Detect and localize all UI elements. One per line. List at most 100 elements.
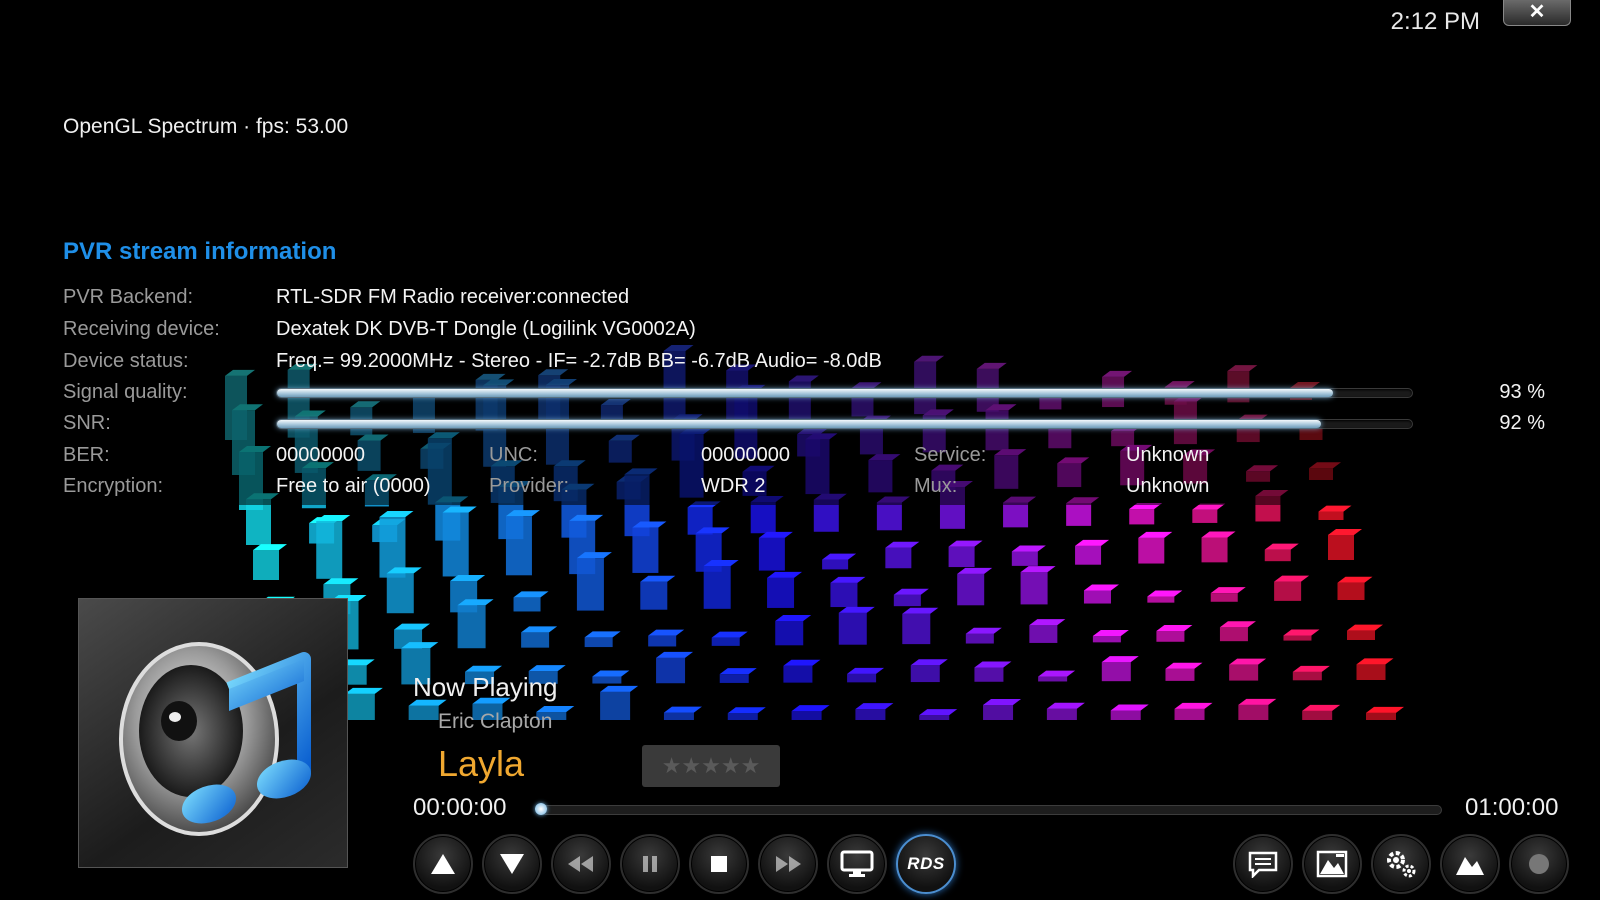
move-down-button[interactable] [482,834,542,894]
spectrum-bar [1337,576,1373,600]
now-playing-label: Now Playing [413,672,558,702]
signal-quality-bar [276,388,1413,398]
spectrum-bar [1165,662,1203,681]
spectrum-bar [791,705,830,720]
close-icon: ✕ [1528,1,1546,23]
ber-value: 00000000 [276,444,365,466]
spectrum-bar [910,659,948,683]
spectrum-bar [758,531,793,571]
spectrum-bar [457,599,494,649]
spectrum-bar [1138,531,1173,564]
encryption-value: Free to air (0000) [276,475,431,497]
rating-stars: ★★★★★ [642,745,780,787]
spectrum-bar [1302,704,1341,720]
spectrum-bar [648,629,685,647]
spectrum-bar [719,668,757,683]
seek-handle[interactable] [535,803,547,815]
spectrum-bar [1029,619,1066,643]
mux-label: Mux: [914,475,958,497]
spectrum-bar [902,607,939,645]
spectrum-bar [1356,658,1394,680]
seek-bar[interactable] [535,803,1442,815]
time-total: 01:00:00 [1465,794,1559,821]
spectrum-bar [965,627,1002,644]
snr-label: SNR: [63,412,111,434]
spectrum-bar [838,606,875,645]
rds-icon: RDS [907,854,945,873]
spectrum-bar [1156,625,1193,642]
spectrum-bar [640,575,676,610]
spectrum-bar [1174,702,1213,720]
rewind-button[interactable] [551,834,611,894]
subtitles-icon [1248,851,1278,878]
stop-button[interactable] [689,834,749,894]
visualization-icon [1316,850,1348,878]
spectrum-bar [1046,702,1085,720]
spectrum-bar [1210,587,1246,602]
visualization-fps-info: OpenGL Spectrum · fps: 53.00 [63,115,349,138]
spectrum-bar [847,667,885,683]
clock: 2:12 PM [1390,8,1480,35]
device-status-label: Device status: [63,350,189,372]
settings-button[interactable] [1371,834,1431,894]
close-button[interactable]: ✕ [1503,0,1571,26]
device-status-value: Freq.= 99.2000MHz - Stereo - IF= -2.7dB … [276,350,882,372]
mux-value: Unknown [1126,475,1210,497]
artist-name: Eric Clapton [438,710,553,733]
subtitles-button[interactable] [1233,834,1293,894]
spectrum-bar [253,544,287,580]
rds-button[interactable]: RDS [896,834,956,894]
spectrum-bar [1283,629,1320,641]
visualization-settings-button[interactable] [1440,834,1500,894]
spectrum-bar [1110,704,1149,720]
signal-quality-percent: 93 % [1499,381,1545,403]
settings-icon [1387,851,1416,878]
pvr-info-title: PVR stream information [63,238,337,265]
spectrum-bar [505,510,540,576]
arrow-up-icon [431,854,455,874]
spectrum-bar [576,552,612,611]
pvr-backend-value: RTL-SDR FM Radio receiver:connected [276,286,630,308]
spectrum-bar [703,559,739,609]
pause-icon [643,856,657,872]
visualization-presets-button[interactable] [1302,834,1362,894]
fullscreen-button[interactable] [827,834,887,894]
spectrum-bar [1229,658,1267,681]
spectrum-bar [1328,528,1362,560]
spectrum-bar [957,567,993,606]
snr-percent: 92 % [1499,412,1545,434]
spectrum-bar [855,703,894,720]
spectrum-bar [885,541,920,569]
snr-bar [276,419,1413,429]
spectrum-bar [767,571,803,608]
unc-value: 00000000 [701,444,790,466]
provider-label: Provider: [489,475,570,497]
spectrum-bar [1083,584,1119,604]
service-label: Service: [914,444,987,466]
pause-button[interactable] [620,834,680,894]
spectrum-bar [1092,629,1129,643]
fast-forward-icon [776,856,801,872]
spectrum-bar [386,567,422,614]
spectrum-bar [711,631,748,646]
monitor-icon [840,850,874,877]
record-icon [1529,854,1549,874]
time-current: 00:00:00 [413,794,507,821]
spectrum-bar [1366,706,1404,720]
spectrum-bar [783,659,821,683]
record-button[interactable] [1509,834,1569,894]
spectrum-bar [584,631,621,648]
spectrum-bar [632,521,667,573]
signal-quality-fill [277,389,1333,397]
receiving-device-value: Dexatek DK DVB-T Dongle (Logilink VG0002… [276,318,696,340]
spectrum-bar [1274,575,1310,601]
fast-forward-button[interactable] [758,834,818,894]
spectrum-bar [830,576,866,608]
snr-fill [277,420,1322,428]
spectrum-bar [344,687,383,720]
move-up-button[interactable] [413,834,473,894]
song-title: Layla [438,743,525,784]
spectrum-bar [1147,590,1183,603]
spectrum-bar [1038,670,1076,682]
rewind-icon [568,856,593,872]
